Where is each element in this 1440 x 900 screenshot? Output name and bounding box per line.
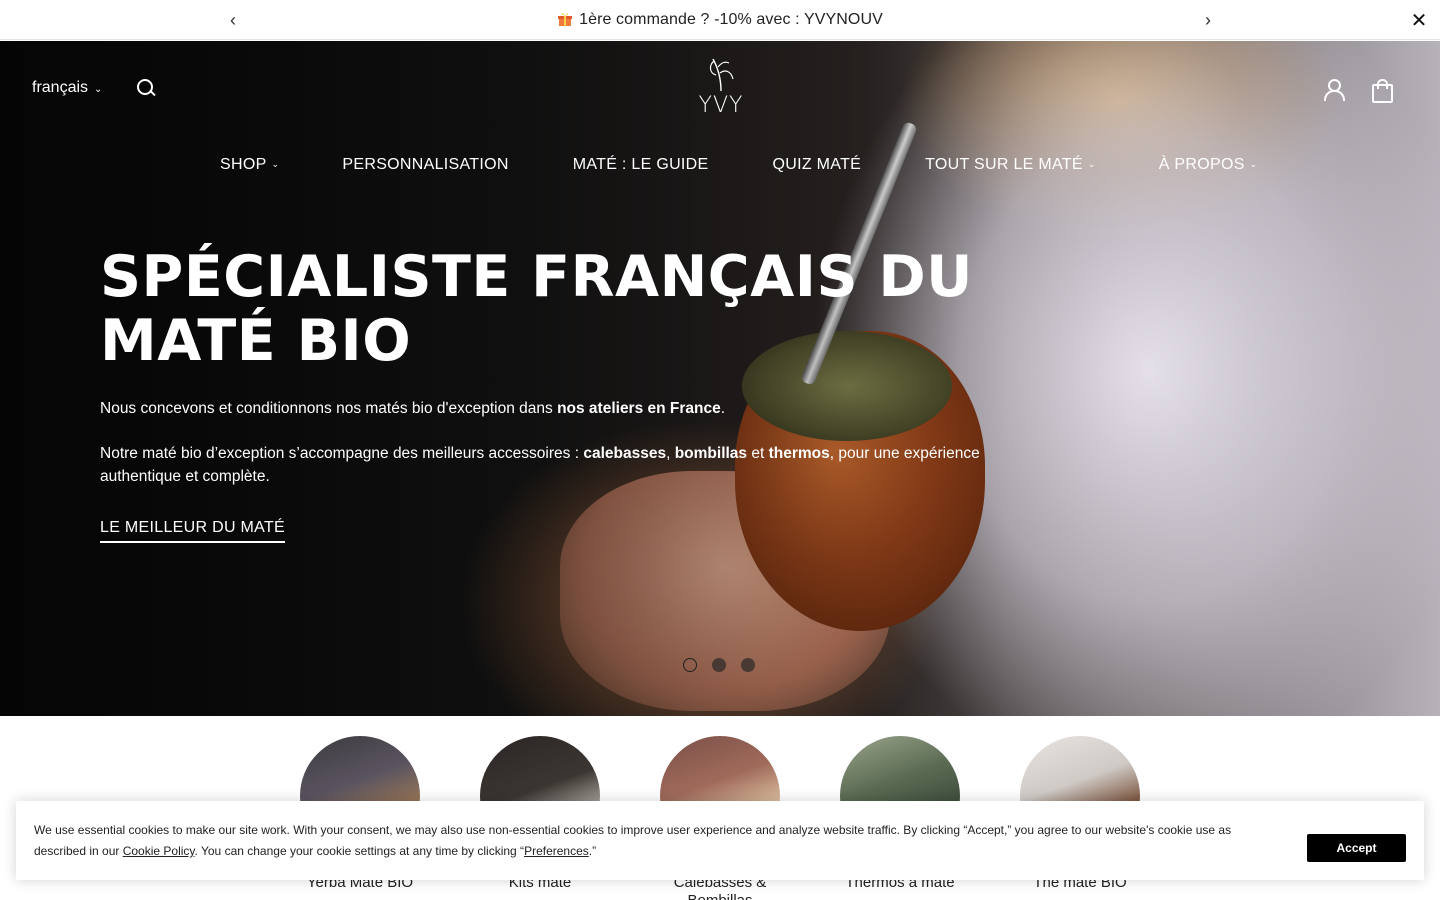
language-label: français [32, 79, 89, 96]
hero-banner: français ⌄ YVY SHOP ⌄ PERSONNALISATION MAT… [0, 41, 1440, 716]
announcement-text: 1ère commande ? -10% avec : YVYNOUV [579, 10, 883, 28]
nav-item-guide[interactable]: MATÉ : LE GUIDE [573, 156, 709, 174]
chevron-down-icon: ⌄ [94, 84, 103, 95]
slider-dots [683, 658, 755, 672]
cookie-preferences-link[interactable]: Preferences [524, 844, 589, 858]
user-icon[interactable] [1322, 78, 1345, 101]
hero-headline: SPÉCIALISTE FRANÇAIS DU MATÉ BIO [100, 244, 973, 374]
slider-dot-3[interactable] [741, 658, 755, 672]
chevron-right-icon[interactable]: › [1198, 10, 1218, 30]
nav-item-personnalisation[interactable]: PERSONNALISATION [342, 156, 508, 174]
header-left: français ⌄ [32, 78, 156, 98]
hero-copy: Nous concevons et conditionnons nos maté… [100, 397, 980, 510]
hero-paragraph-2: Notre maté bio d’exception s’accompagne … [100, 445, 980, 485]
close-icon[interactable]: ✕ [1408, 9, 1430, 32]
language-selector[interactable]: français ⌄ [32, 79, 102, 97]
announcement-message[interactable]: 1ère commande ? -10% avec : YVYNOUV [557, 11, 883, 29]
slider-dot-2[interactable] [712, 658, 726, 672]
header-right [1322, 78, 1393, 103]
chevron-left-icon[interactable]: ‹ [223, 10, 243, 30]
nav-item-shop[interactable]: SHOP ⌄ [220, 156, 279, 174]
logo-text: YVY [698, 93, 744, 118]
logo[interactable]: YVY [690, 55, 752, 125]
slider-dot-1[interactable] [683, 658, 697, 672]
chevron-down-icon: ⌄ [1249, 159, 1258, 169]
leaf-logo-icon [709, 58, 734, 92]
announcement-bar: ‹ 1ère commande ? -10% avec : YVYNOUV › … [0, 0, 1440, 40]
cookie-banner: We use essential cookies to make our sit… [16, 801, 1424, 880]
cookie-text: We use essential cookies to make our sit… [34, 823, 1232, 858]
search-icon[interactable] [136, 78, 156, 98]
shopping-bag-icon[interactable] [1370, 78, 1393, 103]
nav-item-quiz[interactable]: QUIZ MATÉ [773, 156, 862, 174]
nav-item-tout-sur-le-mate[interactable]: TOUT SUR LE MATÉ ⌄ [925, 156, 1096, 174]
chevron-down-icon: ⌄ [1087, 159, 1096, 169]
hero-cta-link[interactable]: LE MEILLEUR DU MATÉ [100, 519, 285, 543]
hero-paragraph-1: Nous concevons et conditionnons nos maté… [100, 400, 726, 417]
main-nav: SHOP ⌄ PERSONNALISATION MATÉ : LE GUIDE Q… [220, 156, 1258, 174]
nav-item-a-propos[interactable]: À PROPOS ⌄ [1159, 156, 1258, 174]
cookie-policy-link[interactable]: Cookie Policy [123, 844, 195, 858]
gift-icon [557, 11, 573, 26]
chevron-down-icon: ⌄ [271, 159, 280, 169]
cookie-accept-button[interactable]: Accept [1307, 834, 1406, 862]
